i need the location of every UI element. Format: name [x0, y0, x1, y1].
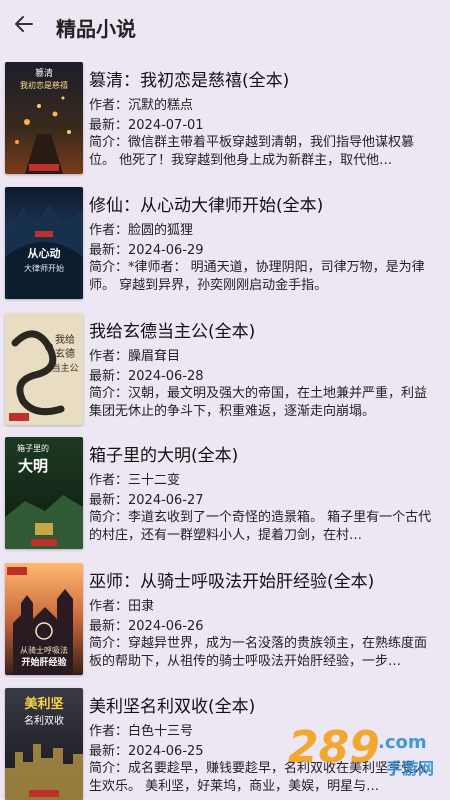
- svg-text:从骑士呼吸法: 从骑士呼吸法: [20, 645, 68, 655]
- book-cover-6: 美利坚 名利双收: [5, 688, 83, 800]
- book-latest: 最新：2024-07-01: [89, 114, 204, 133]
- svg-text:篡清: 篡清: [35, 67, 53, 79]
- svg-text:大明: 大明: [18, 457, 48, 475]
- book-latest: 最新：2024-06-27: [89, 489, 204, 508]
- book-author: 作者：脸圆的狐狸: [89, 219, 193, 238]
- watermark-sub: .com: [378, 732, 427, 753]
- latest-value: 2024-07-01: [128, 118, 204, 133]
- svg-text:当主公: 当主公: [51, 362, 78, 374]
- latest-label: 最新：: [89, 619, 129, 634]
- author-value: 田隶: [128, 599, 155, 614]
- book-title: 修仙：从心动大律师开始(全本): [89, 196, 324, 216]
- latest-label: 最新：: [89, 369, 129, 384]
- svg-text:从心动: 从心动: [28, 246, 61, 260]
- book-author: 作者：三十二变: [89, 469, 180, 488]
- svg-text:开始肝经验: 开始肝经验: [21, 656, 67, 668]
- book-author: 作者：沉默的糕点: [89, 94, 193, 113]
- author-label: 作者：: [89, 473, 129, 488]
- back-button[interactable]: [12, 12, 36, 36]
- site-watermark: 289 .com 手游网: [282, 712, 444, 792]
- svg-text:美利坚: 美利坚: [24, 696, 63, 712]
- svg-text:我给: 我给: [55, 333, 75, 346]
- latest-value: 2024-06-25: [128, 744, 204, 759]
- author-value: 臊眉耷目: [128, 349, 181, 364]
- latest-value: 2024-06-28: [128, 369, 204, 384]
- book-summary: 简介：李道玄收到了一个奇怪的造景箱。 箱子里有一个古代的村庄，还有一群塑料小人，…: [89, 509, 434, 545]
- book-item-4[interactable]: 箱子里的 大明 箱子里的大明(全本) 作者：三十二变 最新：2024-06-27…: [0, 437, 450, 557]
- book-summary: 简介：汉朝，最文明及强大的帝国，在土地兼并严重，利益集团无休止的争斗下，积重难返…: [89, 385, 434, 421]
- book-author: 作者：田隶: [89, 595, 154, 614]
- book-summary: 简介：穿越异世界，成为一名没落的贵族领主，在熟练度面板的帮助下，从祖传的骑士呼吸…: [89, 635, 434, 671]
- author-label: 作者：: [89, 349, 129, 364]
- book-cover-4: 箱子里的 大明: [5, 437, 83, 549]
- book-latest: 最新：2024-06-29: [89, 239, 204, 258]
- watermark-caption: 手游网: [386, 759, 434, 778]
- book-latest: 最新：2024-06-26: [89, 615, 204, 634]
- book-title: 美利坚名利双收(全本): [89, 697, 256, 717]
- watermark-main: 289: [288, 722, 380, 773]
- author-value: 白色十三号: [128, 724, 194, 739]
- book-cover-1: 篡清 我初恋是慈禧: [5, 62, 83, 174]
- book-item-5[interactable]: 从骑士呼吸法 开始肝经验 巫师：从骑士呼吸法开始肝经验(全本) 作者：田隶 最新…: [0, 563, 450, 683]
- author-label: 作者：: [89, 98, 129, 113]
- latest-label: 最新：: [89, 493, 129, 508]
- page-title: 精品小说: [56, 17, 136, 41]
- author-label: 作者：: [89, 223, 129, 238]
- book-latest: 最新：2024-06-25: [89, 740, 204, 759]
- latest-label: 最新：: [89, 118, 129, 133]
- book-title: 巫师：从骑士呼吸法开始肝经验(全本): [89, 572, 375, 592]
- latest-label: 最新：: [89, 243, 129, 258]
- svg-text:我初恋是慈禧: 我初恋是慈禧: [20, 80, 68, 90]
- book-title: 篡清：我初恋是慈禧(全本): [89, 71, 290, 91]
- summary-label: 简介：: [89, 761, 129, 776]
- svg-text:玄德: 玄德: [55, 347, 75, 360]
- summary-value: 汉朝，最文明及强大的帝国，在土地兼并严重，利益集团无休止的争斗下，积重难返，逐渐…: [89, 386, 428, 419]
- author-value: 脸圆的狐狸: [128, 223, 194, 238]
- latest-value: 2024-06-26: [128, 619, 204, 634]
- latest-value: 2024-06-27: [128, 493, 204, 508]
- book-cover-5: 从骑士呼吸法 开始肝经验: [5, 563, 83, 675]
- book-item-3[interactable]: 我给 玄德 当主公 我给玄德当主公(全本) 作者：臊眉耷目 最新：2024-06…: [0, 313, 450, 433]
- summary-label: 简介：: [89, 636, 129, 651]
- summary-value: 穿越异世界，成为一名没落的贵族领主，在熟练度面板的帮助下，从祖传的骑士呼吸法开始…: [89, 636, 428, 669]
- arrow-left-icon: [15, 16, 33, 32]
- book-latest: 最新：2024-06-28: [89, 365, 204, 384]
- author-value: 三十二变: [128, 473, 181, 488]
- author-label: 作者：: [89, 599, 129, 614]
- summary-label: 简介：: [89, 510, 129, 525]
- book-summary: 简介：微信群主带着平板穿越到清朝，我们指导他谋权篡位。 他死了！我穿越到他身上成…: [89, 134, 434, 170]
- summary-value: *律师者： 明通天道，协理阴阳，司律万物，是为律师。 穿越到异界，孙奕刚刚启动金…: [89, 260, 425, 293]
- book-item-1[interactable]: 篡清 我初恋是慈禧 篡清：我初恋是慈禧(全本) 作者：沉默的糕点 最新：2024…: [0, 62, 450, 182]
- book-author: 作者：臊眉耷目: [89, 345, 180, 364]
- svg-text:箱子里的: 箱子里的: [17, 443, 49, 453]
- summary-label: 简介：: [89, 386, 129, 401]
- latest-value: 2024-06-29: [128, 243, 204, 258]
- book-author: 作者：白色十三号: [89, 720, 193, 739]
- book-summary: 简介：*律师者： 明通天道，协理阴阳，司律万物，是为律师。 穿越到异界，孙奕刚刚…: [89, 259, 434, 295]
- book-cover-2: 从心动 大律师开始: [5, 187, 83, 299]
- summary-value: 微信群主带着平板穿越到清朝，我们指导他谋权篡位。 他死了！我穿越到他身上成为新群…: [89, 135, 415, 168]
- svg-text:大律师开始: 大律师开始: [24, 263, 64, 273]
- book-cover-3: 我给 玄德 当主公: [5, 313, 83, 425]
- top-app-bar: 精品小说: [0, 0, 450, 54]
- latest-label: 最新：: [89, 744, 129, 759]
- app-screen: 精品小说 篡清 我初恋是慈禧 篡清：我初恋是慈禧(全本) 作者：沉默的糕点 最新…: [0, 0, 450, 800]
- summary-label: 简介：: [89, 135, 129, 150]
- author-value: 沉默的糕点: [128, 98, 194, 113]
- book-title: 箱子里的大明(全本): [89, 446, 239, 466]
- book-title: 我给玄德当主公(全本): [89, 322, 256, 342]
- summary-value: 李道玄收到了一个奇怪的造景箱。 箱子里有一个古代的村庄，还有一群塑料小人，提着刀…: [89, 510, 432, 543]
- summary-label: 简介：: [89, 260, 129, 275]
- svg-text:名利双收: 名利双收: [24, 714, 64, 727]
- book-item-2[interactable]: 从心动 大律师开始 修仙：从心动大律师开始(全本) 作者：脸圆的狐狸 最新：20…: [0, 187, 450, 307]
- author-label: 作者：: [89, 724, 129, 739]
